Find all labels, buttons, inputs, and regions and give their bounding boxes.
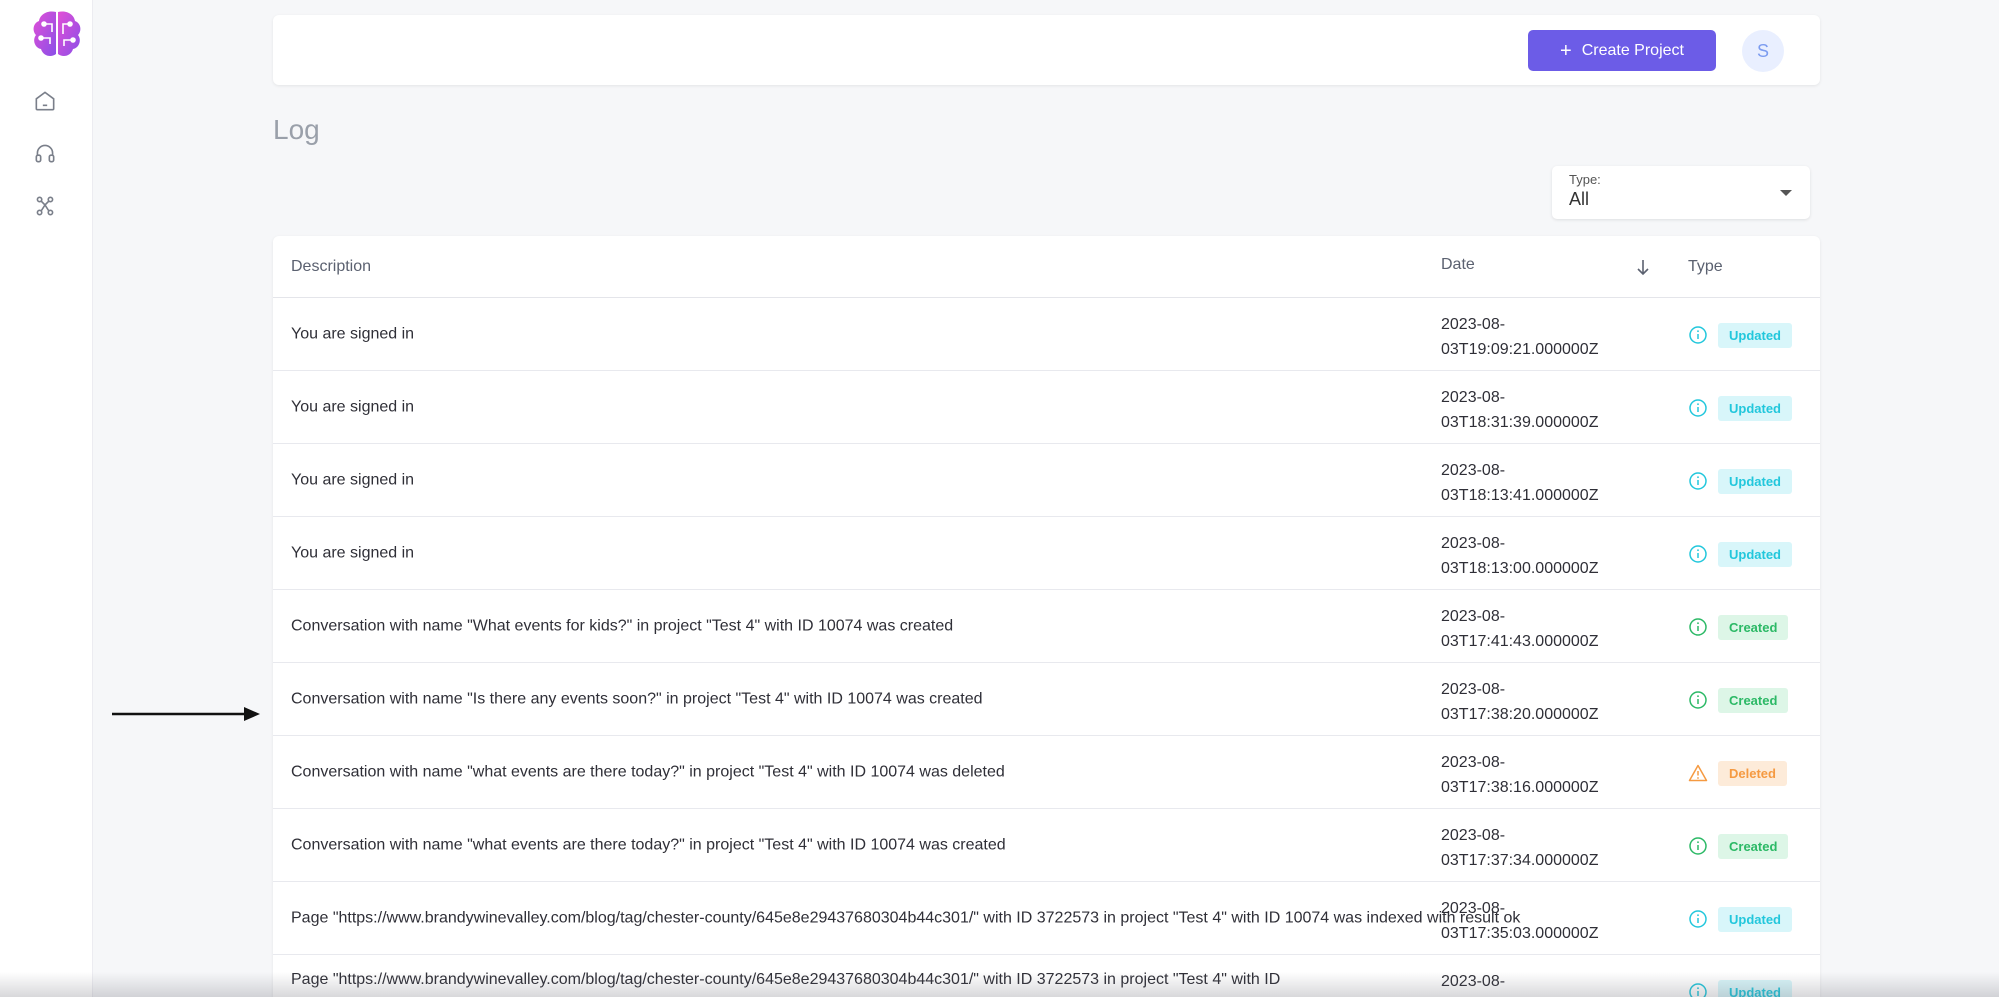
table-row[interactable]: Conversation with name "Is there any eve…: [273, 663, 1820, 736]
table-header: Description Date Type: [273, 236, 1820, 298]
table-row[interactable]: Conversation with name "what events are …: [273, 736, 1820, 809]
table-row[interactable]: You are signed in 2023-08- 03T18:31:39.00…: [273, 371, 1820, 444]
column-header-description[interactable]: Description: [291, 258, 371, 276]
row-date: 2023-08- 03T17:41:43.000000Z: [1441, 608, 1599, 650]
type-filter-label: Type:: [1569, 172, 1601, 187]
info-icon: [1688, 836, 1708, 856]
info-icon: [1688, 617, 1708, 637]
info-icon: [1688, 325, 1708, 345]
type-badge: Updated: [1718, 323, 1792, 348]
type-badge: Created: [1718, 688, 1789, 713]
row-date: 2023-08- 03T17:38:16.000000Z: [1441, 754, 1599, 796]
type-badge: Deleted: [1718, 761, 1787, 786]
table-row[interactable]: Conversation with name "What events for …: [273, 590, 1820, 663]
table-row[interactable]: Page "https://www.brandywinevalley.com/b…: [273, 882, 1820, 955]
headphones-icon[interactable]: [32, 140, 58, 166]
row-date: 2023-08- 03T18:31:39.000000Z: [1441, 389, 1599, 431]
column-header-date[interactable]: Date: [1441, 256, 1475, 274]
type-badge: Created: [1718, 615, 1789, 640]
sidebar: [0, 0, 93, 997]
info-icon: [1688, 690, 1708, 710]
table-row[interactable]: You are signed in 2023-08- 03T19:09:21.00…: [273, 298, 1820, 371]
caret-down-icon: [1780, 190, 1792, 196]
type-badge: Updated: [1718, 907, 1792, 932]
row-date: 2023-08- 03T17:35:03.000000Z: [1441, 900, 1599, 942]
type-badge: Updated: [1718, 396, 1792, 421]
type-badge: Updated: [1718, 542, 1792, 567]
pointer-arrow-icon: [112, 707, 260, 721]
column-header-type[interactable]: Type: [1688, 258, 1723, 276]
home-icon[interactable]: [32, 88, 58, 114]
brain-logo-icon[interactable]: [30, 8, 84, 60]
type-filter-value: All: [1569, 189, 1590, 209]
table-row[interactable]: Conversation with name "what events are …: [273, 809, 1820, 882]
warning-icon: [1688, 763, 1708, 783]
bottom-shadow: [0, 972, 1999, 997]
type-badge: Updated: [1718, 469, 1792, 494]
row-date: 2023-08- 03T17:37:34.000000Z: [1441, 827, 1599, 869]
avatar[interactable]: S: [1742, 30, 1784, 72]
info-icon: [1688, 398, 1708, 418]
plus-icon: +: [1560, 39, 1572, 62]
page-title: Log: [273, 114, 320, 145]
type-filter-select[interactable]: Type: All: [1552, 166, 1810, 219]
network-icon[interactable]: [32, 193, 58, 219]
row-date: 2023-08- 03T18:13:00.000000Z: [1441, 535, 1599, 577]
table-row[interactable]: You are signed in 2023-08- 03T18:13:41.00…: [273, 444, 1820, 517]
info-icon: [1688, 471, 1708, 491]
info-icon: [1688, 544, 1708, 564]
log-table: Description Date Type You are signed in 2…: [273, 236, 1820, 997]
table-row[interactable]: You are signed in 2023-08- 03T18:13:00.00…: [273, 517, 1820, 590]
info-icon: [1688, 909, 1708, 929]
create-project-label: Create Project: [1581, 41, 1684, 59]
create-project-button[interactable]: + Create Project: [1528, 30, 1716, 71]
row-date: 2023-08- 03T17:38:20.000000Z: [1441, 681, 1599, 723]
row-date: 2023-08- 03T19:09:21.000000Z: [1441, 316, 1599, 358]
row-date: 2023-08- 03T18:13:41.000000Z: [1441, 462, 1599, 504]
sort-arrow-down-icon[interactable]: [1634, 256, 1652, 278]
type-badge: Created: [1718, 834, 1789, 859]
top-bar: + Create Project S: [273, 15, 1820, 85]
